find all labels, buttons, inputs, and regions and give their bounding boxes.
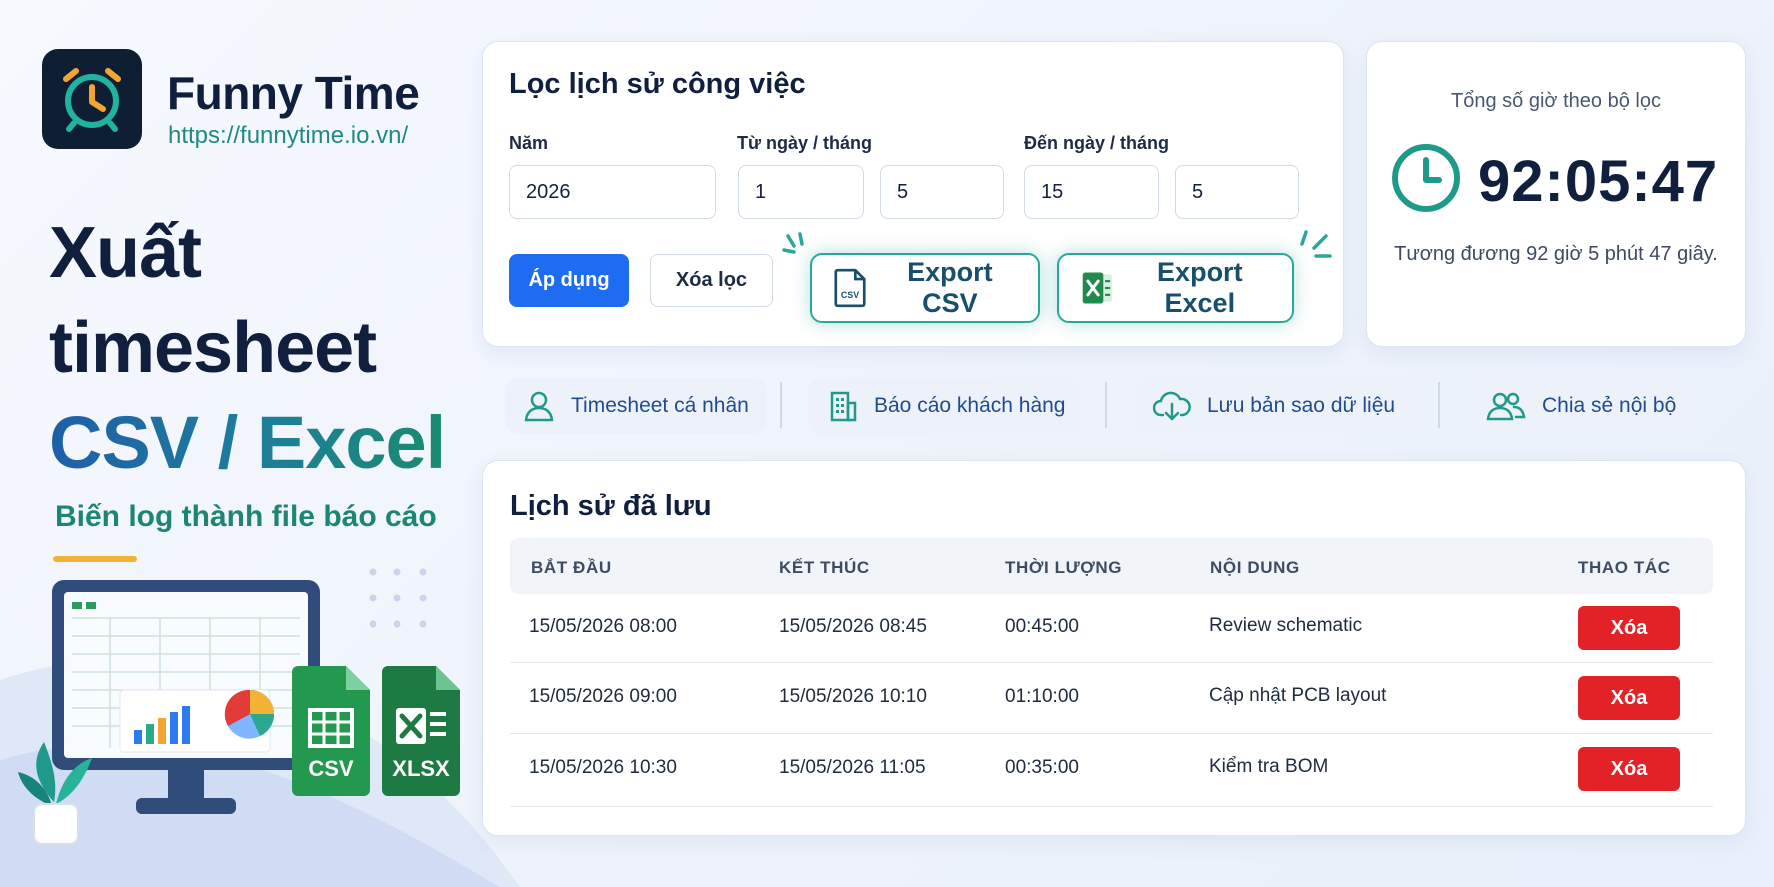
csv-file-tile: CSV bbox=[292, 666, 370, 801]
export-csv-label: Export CSV bbox=[907, 257, 993, 318]
column-header-action: THAO TÁC bbox=[1578, 558, 1671, 577]
sparkle-left-decoration bbox=[782, 232, 804, 254]
row-divider bbox=[510, 806, 1713, 807]
from-day-input[interactable] bbox=[738, 165, 864, 219]
table-cell-start: 15/05/2026 10:30 bbox=[529, 757, 677, 778]
feature-divider bbox=[780, 382, 782, 428]
total-hours-subtext: Tương đương 92 giờ 5 phút 47 giây. bbox=[1394, 243, 1718, 265]
from-month-input[interactable] bbox=[880, 165, 1004, 219]
brand-url[interactable]: https://funnytime.io.vn/ bbox=[168, 122, 408, 150]
cloud-download-icon bbox=[1153, 391, 1191, 421]
table-cell-duration: 01:10:00 bbox=[1005, 686, 1079, 707]
feature-data-backup: Lưu bản sao dữ liệu bbox=[1135, 378, 1414, 434]
table-cell-duration: 00:35:00 bbox=[1005, 757, 1079, 778]
hero-title-line-2: timesheet bbox=[49, 308, 377, 388]
total-hours-caption: Tổng số giờ theo bộ lọc bbox=[1451, 90, 1661, 112]
delete-row-button[interactable]: Xóa bbox=[1578, 606, 1680, 650]
export-excel-button[interactable]: Export Excel bbox=[1057, 253, 1294, 323]
column-header-end: KẾT THÚC bbox=[779, 558, 870, 577]
hero-subtitle: Biến log thành file báo cáo bbox=[55, 500, 437, 533]
table-cell-content: Cập nhật PCB layout bbox=[1209, 685, 1387, 706]
xlsx-file-tile: XLSX bbox=[382, 666, 460, 801]
table-cell-content: Review schematic bbox=[1209, 615, 1363, 636]
dot-grid-decoration bbox=[369, 568, 427, 628]
feature-personal-timesheet: Timesheet cá nhân bbox=[505, 378, 767, 434]
feature-label: Chia sẻ nội bộ bbox=[1542, 394, 1677, 417]
hero-underline bbox=[53, 556, 137, 562]
table-cell-content: Kiểm tra BOM bbox=[1209, 756, 1329, 777]
table-cell-start: 15/05/2026 08:00 bbox=[529, 616, 677, 637]
table-cell-start: 15/05/2026 09:00 bbox=[529, 686, 677, 707]
column-header-content: NỘI DUNG bbox=[1210, 558, 1300, 577]
sparkle-right-decoration bbox=[1300, 230, 1332, 258]
users-icon bbox=[1486, 392, 1526, 421]
export-excel-label: Export Excel bbox=[1157, 257, 1243, 318]
feature-label: Báo cáo khách hàng bbox=[874, 394, 1066, 417]
row-divider bbox=[510, 733, 1713, 734]
hero-title-line-1: Xuất bbox=[49, 213, 202, 293]
column-header-start: BẮT ĐẦU bbox=[531, 558, 612, 577]
user-icon bbox=[524, 391, 554, 422]
filter-title: Lọc lịch sử công việc bbox=[509, 68, 806, 100]
alarm-clock-icon bbox=[63, 68, 121, 132]
clock-icon bbox=[1392, 144, 1460, 212]
feature-divider bbox=[1438, 382, 1440, 428]
year-label: Năm bbox=[509, 133, 549, 153]
to-month-input[interactable] bbox=[1175, 165, 1299, 219]
apply-filter-button[interactable]: Áp dụng bbox=[509, 254, 629, 307]
table-cell-end: 15/05/2026 08:45 bbox=[779, 616, 927, 637]
history-title: Lịch sử đã lưu bbox=[510, 490, 712, 522]
feature-label: Timesheet cá nhân bbox=[571, 394, 749, 417]
clear-filter-button[interactable]: Xóa lọc bbox=[650, 254, 773, 307]
feature-divider bbox=[1105, 382, 1107, 428]
export-csv-button[interactable]: CSV Export CSV bbox=[810, 253, 1040, 323]
csv-file-label: CSV bbox=[308, 756, 354, 781]
csv-file-icon: CSV bbox=[834, 268, 866, 308]
excel-icon bbox=[1082, 272, 1112, 304]
row-divider bbox=[510, 662, 1713, 663]
to-day-input[interactable] bbox=[1024, 165, 1159, 219]
year-input[interactable] bbox=[509, 165, 716, 219]
feature-client-report: Báo cáo khách hàng bbox=[808, 378, 1084, 434]
delete-row-button[interactable]: Xóa bbox=[1578, 676, 1680, 720]
table-cell-end: 15/05/2026 10:10 bbox=[779, 686, 927, 707]
hero-title-line-3: CSV / Excel bbox=[49, 401, 446, 484]
total-hours-value: 92:05:47 bbox=[1478, 149, 1719, 214]
csv-icon-text: CSV bbox=[841, 290, 859, 300]
plant-icon bbox=[18, 742, 92, 845]
brand-name: Funny Time bbox=[167, 67, 420, 119]
to-date-label: Đến ngày / tháng bbox=[1024, 133, 1170, 153]
app-logo bbox=[42, 49, 142, 149]
feature-internal-sharing: Chia sẻ nội bộ bbox=[1468, 378, 1695, 434]
building-icon bbox=[830, 391, 857, 422]
xlsx-file-label: XLSX bbox=[392, 756, 450, 781]
from-date-label: Từ ngày / tháng bbox=[737, 133, 873, 153]
delete-row-button[interactable]: Xóa bbox=[1578, 747, 1680, 791]
feature-label: Lưu bản sao dữ liệu bbox=[1207, 394, 1396, 417]
table-cell-duration: 00:45:00 bbox=[1005, 616, 1079, 637]
table-cell-end: 15/05/2026 11:05 bbox=[779, 757, 926, 778]
column-header-duration: THỜI LƯỢNG bbox=[1005, 558, 1123, 577]
